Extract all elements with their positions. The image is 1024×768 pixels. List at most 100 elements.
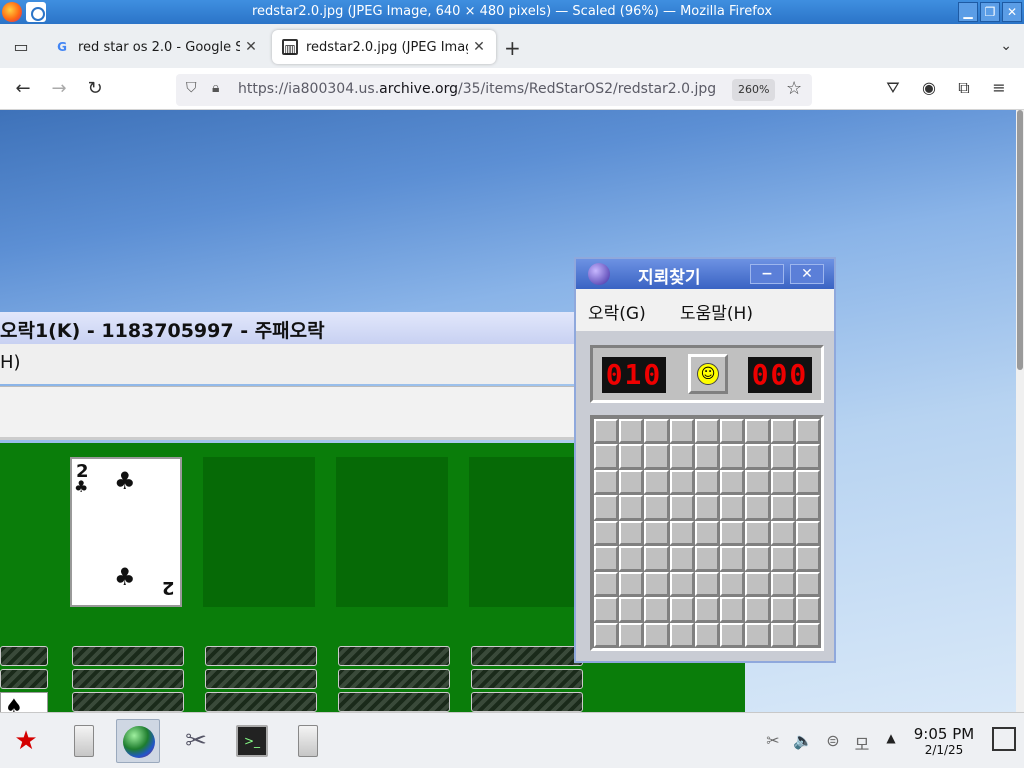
- mine-cell[interactable]: [720, 546, 745, 571]
- mine-cell[interactable]: [720, 469, 745, 495]
- mine-cell[interactable]: [669, 520, 694, 546]
- mine-cell[interactable]: [594, 419, 619, 444]
- mine-cell[interactable]: [669, 597, 694, 622]
- mine-cell[interactable]: [745, 520, 770, 546]
- mine-cell[interactable]: [720, 495, 745, 520]
- mine-cell[interactable]: [770, 419, 795, 444]
- mine-cell[interactable]: [795, 597, 820, 622]
- mine-cell[interactable]: [669, 571, 694, 597]
- input-method-icon[interactable]: 모: [851, 731, 873, 755]
- mine-cell[interactable]: [594, 622, 619, 647]
- mine-cell[interactable]: [669, 546, 694, 571]
- mine-cell[interactable]: [720, 597, 745, 622]
- mine-cell[interactable]: [619, 419, 644, 444]
- mine-cell[interactable]: [720, 622, 745, 647]
- mine-cell[interactable]: [795, 419, 820, 444]
- mine-cell[interactable]: [619, 520, 644, 546]
- playing-card-two-of-clubs[interactable]: 2 ♣ ♣ ♣ 2: [70, 457, 182, 607]
- mine-cell[interactable]: [694, 444, 720, 469]
- mine-cell[interactable]: [644, 597, 669, 622]
- tab-redstar-image[interactable]: ▥ redstar2.0.jpg (JPEG Image ✕: [272, 30, 496, 64]
- mine-cell[interactable]: [619, 444, 644, 469]
- mine-cell[interactable]: [770, 444, 795, 469]
- scrollbar-thumb[interactable]: [1017, 110, 1023, 370]
- menu-help[interactable]: 도움말(H): [680, 299, 753, 324]
- mine-cell[interactable]: [644, 622, 669, 647]
- taskbar-clock[interactable]: 9:05 PM 2/1/25: [908, 725, 980, 757]
- mine-cell[interactable]: [694, 546, 720, 571]
- mine-cell[interactable]: [669, 469, 694, 495]
- taskbar-browser[interactable]: [116, 719, 160, 763]
- mine-cell[interactable]: [644, 571, 669, 597]
- mine-cell[interactable]: [770, 520, 795, 546]
- zoom-indicator[interactable]: 260%: [732, 79, 776, 101]
- mine-cell[interactable]: [770, 597, 795, 622]
- mine-cell[interactable]: [594, 444, 619, 469]
- mine-cell[interactable]: [644, 469, 669, 495]
- network-icon[interactable]: ⊜: [822, 731, 844, 750]
- minesweeper-close-button[interactable]: ✕: [790, 264, 824, 284]
- clipboard-icon[interactable]: ✂: [762, 731, 784, 750]
- mine-cell[interactable]: [745, 419, 770, 444]
- mine-cell[interactable]: [795, 622, 820, 647]
- mine-cell[interactable]: [594, 495, 619, 520]
- mine-cell[interactable]: [745, 597, 770, 622]
- mine-cell[interactable]: [745, 622, 770, 647]
- mine-cell[interactable]: [745, 546, 770, 571]
- mine-cell[interactable]: [745, 495, 770, 520]
- mine-cell[interactable]: [669, 419, 694, 444]
- mine-cell[interactable]: [795, 495, 820, 520]
- mine-cell[interactable]: [694, 597, 720, 622]
- mine-cell[interactable]: [745, 571, 770, 597]
- close-button[interactable]: ✕: [1002, 2, 1022, 22]
- mine-cell[interactable]: [694, 469, 720, 495]
- minefield-grid[interactable]: [590, 415, 824, 651]
- mine-cell[interactable]: [720, 419, 745, 444]
- pocket-icon[interactable]: ⛛: [882, 78, 904, 98]
- mine-cell[interactable]: [594, 546, 619, 571]
- mine-cell[interactable]: [594, 469, 619, 495]
- account-icon[interactable]: ◉: [918, 78, 940, 97]
- mine-cell[interactable]: [770, 495, 795, 520]
- mine-cell[interactable]: [694, 571, 720, 597]
- solitaire-menu-help[interactable]: H): [0, 352, 21, 373]
- minimize-button[interactable]: ▁: [958, 2, 978, 22]
- volume-icon[interactable]: 🔈: [792, 731, 814, 750]
- tableau-pile[interactable]: [205, 646, 317, 712]
- mine-cell[interactable]: [720, 571, 745, 597]
- mine-cell[interactable]: [720, 444, 745, 469]
- url-text[interactable]: https://ia800304.us.archive.org/35/items…: [238, 81, 716, 97]
- mine-cell[interactable]: [745, 469, 770, 495]
- page-scrollbar[interactable]: [1016, 110, 1024, 712]
- tab-close-icon[interactable]: ✕: [240, 39, 262, 55]
- mine-cell[interactable]: [644, 444, 669, 469]
- mine-cell[interactable]: [594, 571, 619, 597]
- mine-cell[interactable]: [795, 444, 820, 469]
- mine-cell[interactable]: [644, 419, 669, 444]
- face-up-card[interactable]: ♠: [0, 692, 48, 712]
- new-game-button[interactable]: ☺: [688, 354, 728, 394]
- mine-cell[interactable]: [694, 622, 720, 647]
- foundation-slot[interactable]: [469, 457, 577, 607]
- mine-cell[interactable]: [594, 597, 619, 622]
- mine-cell[interactable]: [745, 444, 770, 469]
- lock-icon[interactable]: 🔒︎: [212, 80, 219, 96]
- back-button[interactable]: ←: [12, 78, 34, 100]
- menu-icon[interactable]: ≡: [988, 78, 1010, 97]
- taskbar-terminal[interactable]: >_: [230, 719, 274, 763]
- mine-cell[interactable]: [770, 546, 795, 571]
- mine-cell[interactable]: [594, 520, 619, 546]
- tracking-shield-icon[interactable]: ⛉: [186, 80, 197, 96]
- mine-cell[interactable]: [669, 622, 694, 647]
- tableau-pile[interactable]: [72, 646, 184, 712]
- mine-cell[interactable]: [720, 520, 745, 546]
- url-bar[interactable]: ⛉ 🔒︎ https://ia800304.us.archive.org/35/…: [176, 74, 812, 106]
- mine-cell[interactable]: [619, 571, 644, 597]
- tab-google-search[interactable]: G red star os 2.0 - Google Se ✕: [44, 30, 268, 64]
- tableau-pile[interactable]: [338, 646, 450, 712]
- forward-button[interactable]: →: [48, 78, 70, 100]
- mine-cell[interactable]: [694, 419, 720, 444]
- show-desktop-button[interactable]: [992, 727, 1016, 751]
- mine-cell[interactable]: [669, 495, 694, 520]
- mine-cell[interactable]: [770, 469, 795, 495]
